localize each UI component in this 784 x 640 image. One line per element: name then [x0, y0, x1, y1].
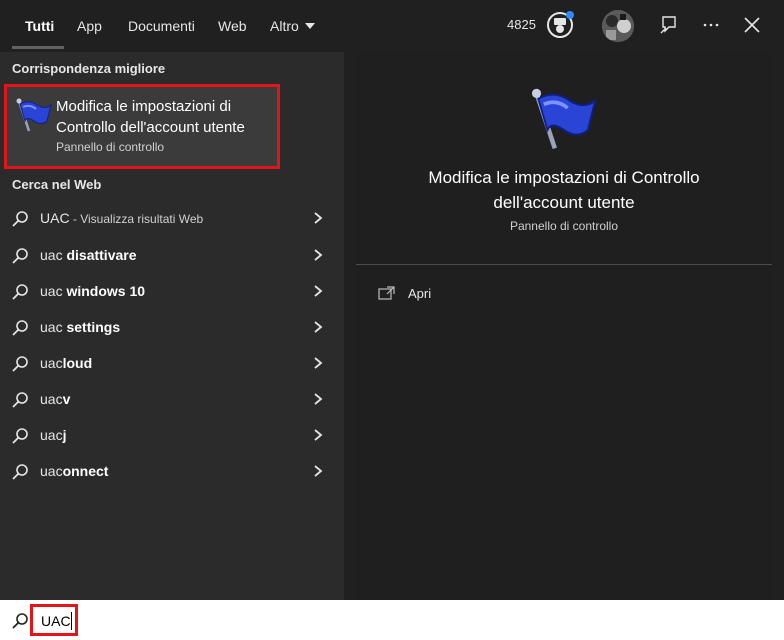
search-icon	[12, 356, 28, 372]
tab-app[interactable]: App	[77, 17, 102, 35]
chevron-right-icon[interactable]	[312, 284, 324, 298]
web-result-item[interactable]: UAC - Visualizza risultati Web	[0, 200, 344, 236]
tab-tutti[interactable]: Tutti	[25, 17, 54, 35]
best-match-title: Modifica le impostazioni di Controllo de…	[56, 98, 245, 136]
web-result-text: uac disattivare	[40, 247, 137, 263]
close-icon[interactable]	[741, 14, 763, 36]
best-match-result[interactable]: Modifica le impostazioni di Controllo de…	[4, 84, 280, 169]
search-bar[interactable]: UAC	[0, 600, 784, 640]
tab-documenti[interactable]: Documenti	[128, 17, 195, 35]
rewards-points: 4825	[507, 17, 536, 32]
web-result-item[interactable]: uac windows 10	[0, 273, 344, 309]
open-icon	[378, 286, 395, 300]
uac-flag-icon	[531, 88, 597, 150]
search-icon	[12, 392, 28, 408]
web-result-item[interactable]: uaconnect	[0, 453, 344, 489]
tab-active-indicator	[12, 46, 64, 49]
chevron-down-icon	[304, 23, 315, 29]
open-action[interactable]: Apri	[378, 284, 578, 306]
search-icon	[12, 464, 28, 480]
best-match-heading: Corrispondenza migliore	[12, 61, 166, 76]
chevron-right-icon[interactable]	[312, 464, 324, 478]
web-result-item[interactable]: uac settings	[0, 309, 344, 345]
feedback-icon[interactable]	[658, 14, 680, 36]
search-icon	[12, 248, 28, 264]
chevron-right-icon[interactable]	[312, 428, 324, 442]
preview-title: Modifica le impostazioni di Controllo de…	[428, 168, 700, 212]
web-result-item[interactable]: uac disattivare	[0, 237, 344, 273]
chevron-right-icon[interactable]	[312, 356, 324, 370]
preview-panel: Modifica le impostazioni di Controllo de…	[356, 52, 772, 600]
web-result-text: uac windows 10	[40, 283, 146, 299]
web-result-text: uacv	[40, 391, 71, 407]
tab-altro-label: Altro	[270, 18, 299, 34]
search-icon	[12, 320, 28, 336]
text-caret	[71, 612, 72, 630]
more-options-icon[interactable]	[700, 14, 722, 36]
search-input[interactable]: UAC	[41, 613, 71, 629]
web-result-text: uaconnect	[40, 463, 109, 479]
rewards-medal-icon[interactable]	[545, 10, 575, 40]
search-highlight: UAC	[30, 604, 78, 636]
search-icon	[12, 428, 28, 444]
web-result-item[interactable]: uacv	[0, 381, 344, 417]
search-icon	[12, 284, 28, 300]
search-icon	[12, 613, 28, 629]
uac-flag-icon	[16, 98, 52, 132]
divider	[356, 264, 772, 265]
tab-altro[interactable]: Altro	[270, 17, 315, 35]
best-match-subtitle: Pannello di controllo	[56, 140, 165, 154]
web-result-item[interactable]: uacloud	[0, 345, 344, 381]
chevron-right-icon[interactable]	[312, 320, 324, 334]
search-icon	[12, 211, 28, 227]
tab-web[interactable]: Web	[218, 17, 247, 35]
web-result-text: uacj	[40, 427, 67, 443]
chevron-right-icon[interactable]	[312, 392, 324, 406]
preview-subtitle: Pannello di controllo	[509, 219, 619, 233]
open-action-label: Apri	[408, 286, 432, 301]
web-result-text: uacloud	[40, 355, 93, 371]
web-result-text: uac settings	[40, 319, 121, 335]
notification-dot	[566, 11, 574, 19]
top-bar: Tutti App Documenti Web Altro 4825	[0, 0, 784, 52]
chevron-right-icon[interactable]	[312, 211, 324, 225]
web-search-heading: Cerca nel Web	[12, 177, 102, 192]
web-result-text: UAC - Visualizza risultati Web	[40, 210, 204, 226]
avatar[interactable]	[602, 10, 634, 42]
chevron-right-icon[interactable]	[312, 248, 324, 262]
web-result-item[interactable]: uacj	[0, 417, 344, 453]
